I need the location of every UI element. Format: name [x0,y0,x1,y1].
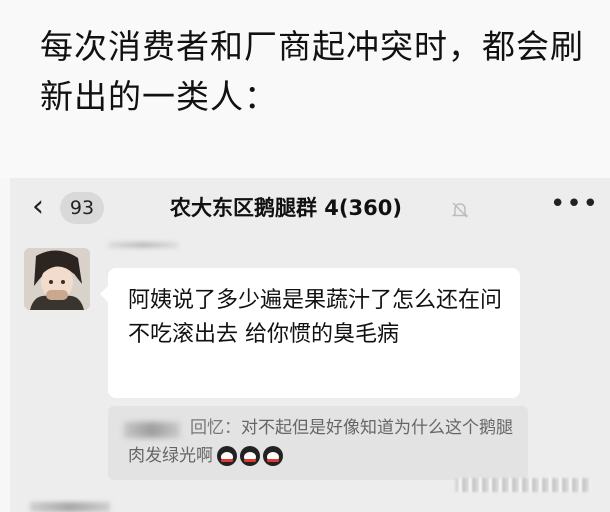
avatar[interactable] [24,248,90,310]
caption-area: 每次消费者和厂商起冲突时，都会刷新出的一类人： [0,0,610,178]
quote-author-suffix: 回忆： [190,418,241,438]
crying-laughing-emoji-icon [217,446,237,466]
next-sender-redacted [30,502,110,512]
crying-laughing-emoji-icon [263,446,283,466]
caption-text: 每次消费者和厂商起冲突时，都会刷新出的一类人： [40,27,584,116]
chat-screenshot: ‹ 93 农大东区鹅腿群 4(360) ••• 阿姨说了多少遍是果蔬汁了怎么还在… [10,178,610,512]
chevron-left-icon[interactable]: ‹ [32,192,44,222]
message-bubble[interactable]: 阿姨说了多少遍是果蔬汁了怎么还在问 不吃滚出去 给你惯的臭毛病 [100,268,520,398]
emoji-row [217,442,286,470]
bell-off-icon [451,202,469,218]
quote-text-block: 回忆：对不起但是好像知道为什么这个鹅腿肉发绿光啊 [128,414,524,470]
group-title: 农大东区鹅腿群 4(360) [170,196,402,220]
quote-text: 对不起但是好像知道为什么这个鹅腿肉发绿光啊 [128,418,513,466]
sender-name-redacted [108,242,178,248]
watermark [455,478,590,492]
message-text: 阿姨说了多少遍是果蔬汁了怎么还在问 不吃滚出去 给你惯的臭毛病 [128,288,503,347]
crying-laughing-emoji-icon [240,446,260,466]
more-options-button[interactable]: ••• [550,189,599,219]
quoted-message[interactable]: 回忆：对不起但是好像知道为什么这个鹅腿肉发绿光啊 [108,406,528,480]
chat-header: ‹ 93 农大东区鹅腿群 4(360) ••• [10,178,610,238]
unread-count-badge[interactable]: 93 [60,192,104,224]
avatar-illustration [24,248,90,310]
